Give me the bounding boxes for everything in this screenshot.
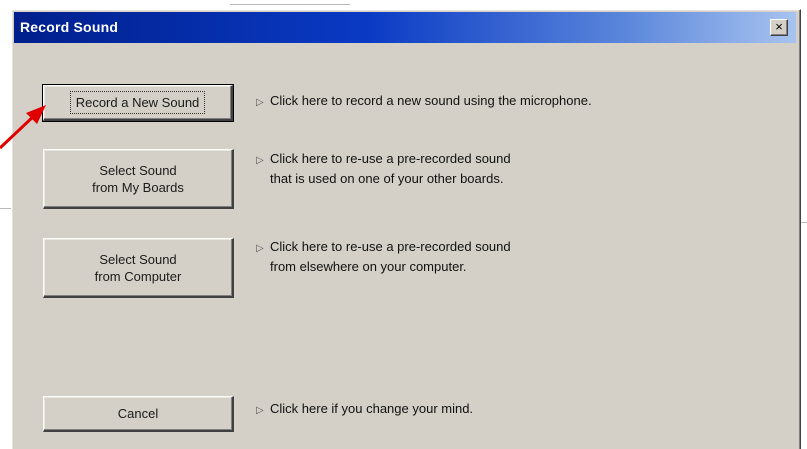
red-arrow-pointer-icon — [0, 105, 46, 150]
screenshot-stage: Record Sound × Record a New Sound ▷ Click… — [0, 0, 807, 449]
